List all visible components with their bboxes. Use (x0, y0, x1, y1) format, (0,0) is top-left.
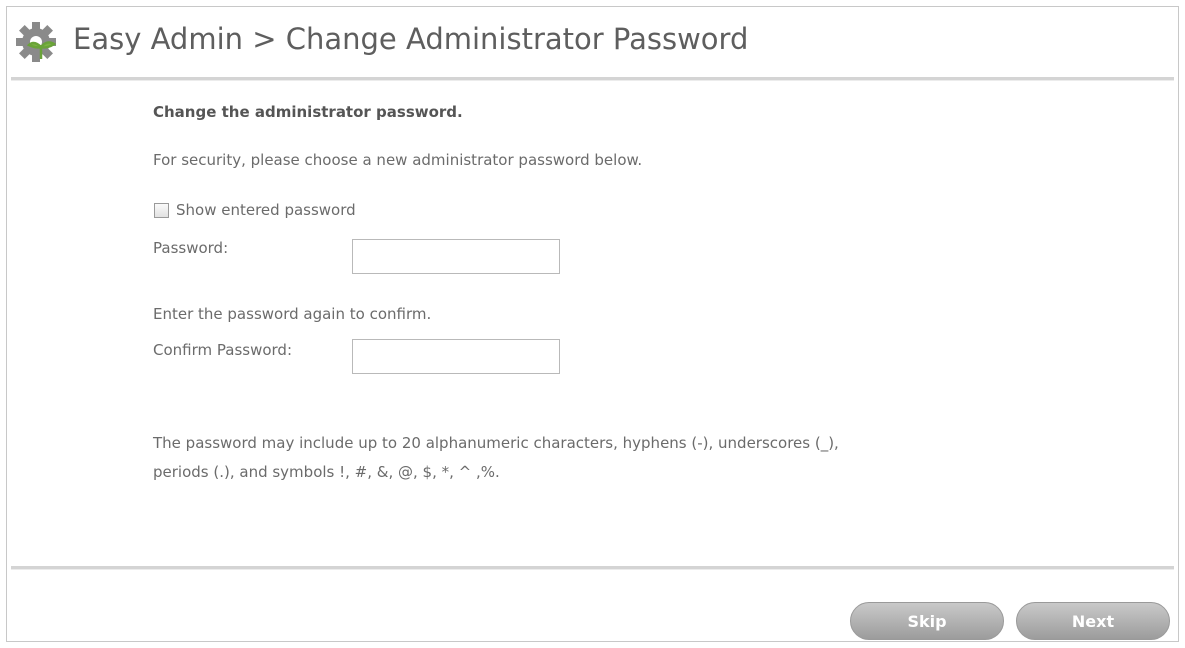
next-button[interactable]: Next (1016, 602, 1170, 640)
confirm-note: Enter the password again to confirm. (153, 305, 432, 323)
password-label: Password: (153, 239, 229, 257)
form-heading: Change the administrator password. (153, 103, 463, 121)
show-password-label: Show entered password (176, 201, 356, 219)
password-field[interactable] (352, 239, 560, 274)
dialog-window: Easy Admin > Change Administrator Passwo… (6, 6, 1179, 642)
password-rules-line-2: periods (.), and symbols !, #, &, @, $, … (153, 463, 500, 481)
intro-text: For security, please choose a new admini… (153, 151, 643, 169)
confirm-password-field[interactable] (352, 339, 560, 374)
gear-plant-icon (16, 22, 57, 62)
password-rules-line-1: The password may include up to 20 alphan… (153, 434, 839, 452)
footer-divider (11, 566, 1174, 570)
header: Easy Admin > Change Administrator Passwo… (7, 7, 1178, 77)
password-rules: The password may include up to 20 alphan… (153, 429, 839, 487)
skip-button[interactable]: Skip (850, 602, 1004, 640)
show-password-checkbox[interactable] (154, 202, 169, 218)
header-divider (11, 77, 1174, 81)
page-title: Easy Admin > Change Administrator Passwo… (73, 22, 749, 56)
confirm-password-label: Confirm Password: (153, 341, 293, 359)
show-password-row[interactable]: Show entered password (153, 201, 356, 219)
